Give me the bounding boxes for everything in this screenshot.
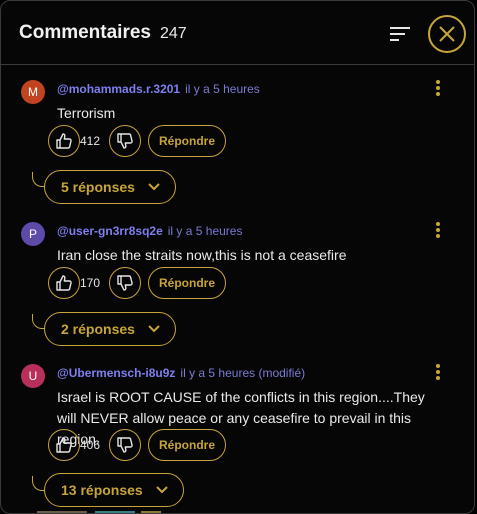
dislike-button[interactable]: [109, 125, 141, 157]
comment-meta: @Ubermensch-i8u9z il y a 5 heures (modifi…: [57, 366, 305, 380]
dislike-button[interactable]: [109, 429, 141, 461]
comment-meta: @mohammads.r.3201 il y a 5 heures: [57, 82, 260, 96]
close-icon: [439, 26, 455, 42]
kebab-dot: [436, 80, 440, 84]
more-options-button[interactable]: [434, 364, 442, 382]
thumbs-up-icon: [56, 437, 72, 453]
close-button[interactable]: [428, 15, 466, 53]
kebab-dot: [436, 92, 440, 96]
more-options-button[interactable]: [434, 222, 442, 240]
avatar[interactable]: U: [21, 364, 45, 388]
like-button[interactable]: [48, 125, 80, 157]
thumbs-down-icon: [117, 275, 133, 291]
comment-author[interactable]: @user-gn3rr8sq2e: [57, 224, 163, 238]
like-button[interactable]: [48, 267, 80, 299]
sort-icon: [390, 27, 410, 41]
view-replies-button[interactable]: 13 réponses: [44, 473, 184, 507]
comment-time[interactable]: il y a 5 heures: [185, 82, 260, 96]
comments-title: Commentaires: [19, 22, 151, 43]
thumbs-down-icon: [117, 133, 133, 149]
replies-label: 2 réponses: [61, 321, 135, 337]
view-replies-button[interactable]: 2 réponses: [44, 312, 176, 346]
kebab-dot: [436, 370, 440, 374]
kebab-dot: [436, 376, 440, 380]
like-button[interactable]: [48, 429, 80, 461]
sort-button[interactable]: [387, 21, 413, 47]
kebab-dot: [436, 228, 440, 232]
comment-author[interactable]: @Ubermensch-i8u9z: [57, 366, 175, 380]
comment-actions: 170 Répondre: [48, 267, 248, 299]
comment-author[interactable]: @mohammads.r.3201: [57, 82, 180, 96]
more-options-button[interactable]: [434, 80, 442, 98]
kebab-dot: [436, 364, 440, 368]
replies-label: 13 réponses: [61, 482, 143, 498]
comment-text: Iran close the straits now,this is not a…: [57, 247, 347, 263]
like-count: 170: [80, 276, 101, 290]
reply-button[interactable]: Répondre: [148, 429, 226, 461]
kebab-dot: [436, 222, 440, 226]
comment-actions: 412 Répondre: [48, 125, 248, 157]
comments-panel: Commentaires 247 M @mohammads.r.3201 il y…: [0, 0, 475, 514]
thumbs-down-icon: [117, 437, 133, 453]
comments-header: Commentaires 247: [1, 1, 474, 65]
chevron-down-icon: [156, 486, 168, 494]
dislike-button[interactable]: [109, 267, 141, 299]
reply-button[interactable]: Répondre: [148, 125, 226, 157]
comment-meta: @user-gn3rr8sq2e il y a 5 heures: [57, 224, 242, 238]
avatar[interactable]: M: [21, 80, 45, 104]
kebab-dot: [436, 86, 440, 90]
thumbs-up-icon: [56, 275, 72, 291]
avatar[interactable]: P: [21, 222, 45, 246]
chevron-down-icon: [148, 183, 160, 191]
replies-label: 5 réponses: [61, 179, 135, 195]
thumbs-up-icon: [56, 133, 72, 149]
comment-actions: 406 Répondre: [48, 429, 248, 461]
comment-time[interactable]: il y a 5 heures: [168, 224, 243, 238]
reply-button[interactable]: Répondre: [148, 267, 226, 299]
comment-time[interactable]: il y a 5 heures (modifié): [180, 366, 305, 380]
comment-text: Terrorism: [57, 105, 116, 121]
comments-count: 247: [160, 25, 187, 42]
chevron-down-icon: [148, 325, 160, 333]
kebab-dot: [436, 234, 440, 238]
like-count: 406: [80, 438, 101, 452]
like-count: 412: [80, 134, 101, 148]
view-replies-button[interactable]: 5 réponses: [44, 170, 176, 204]
